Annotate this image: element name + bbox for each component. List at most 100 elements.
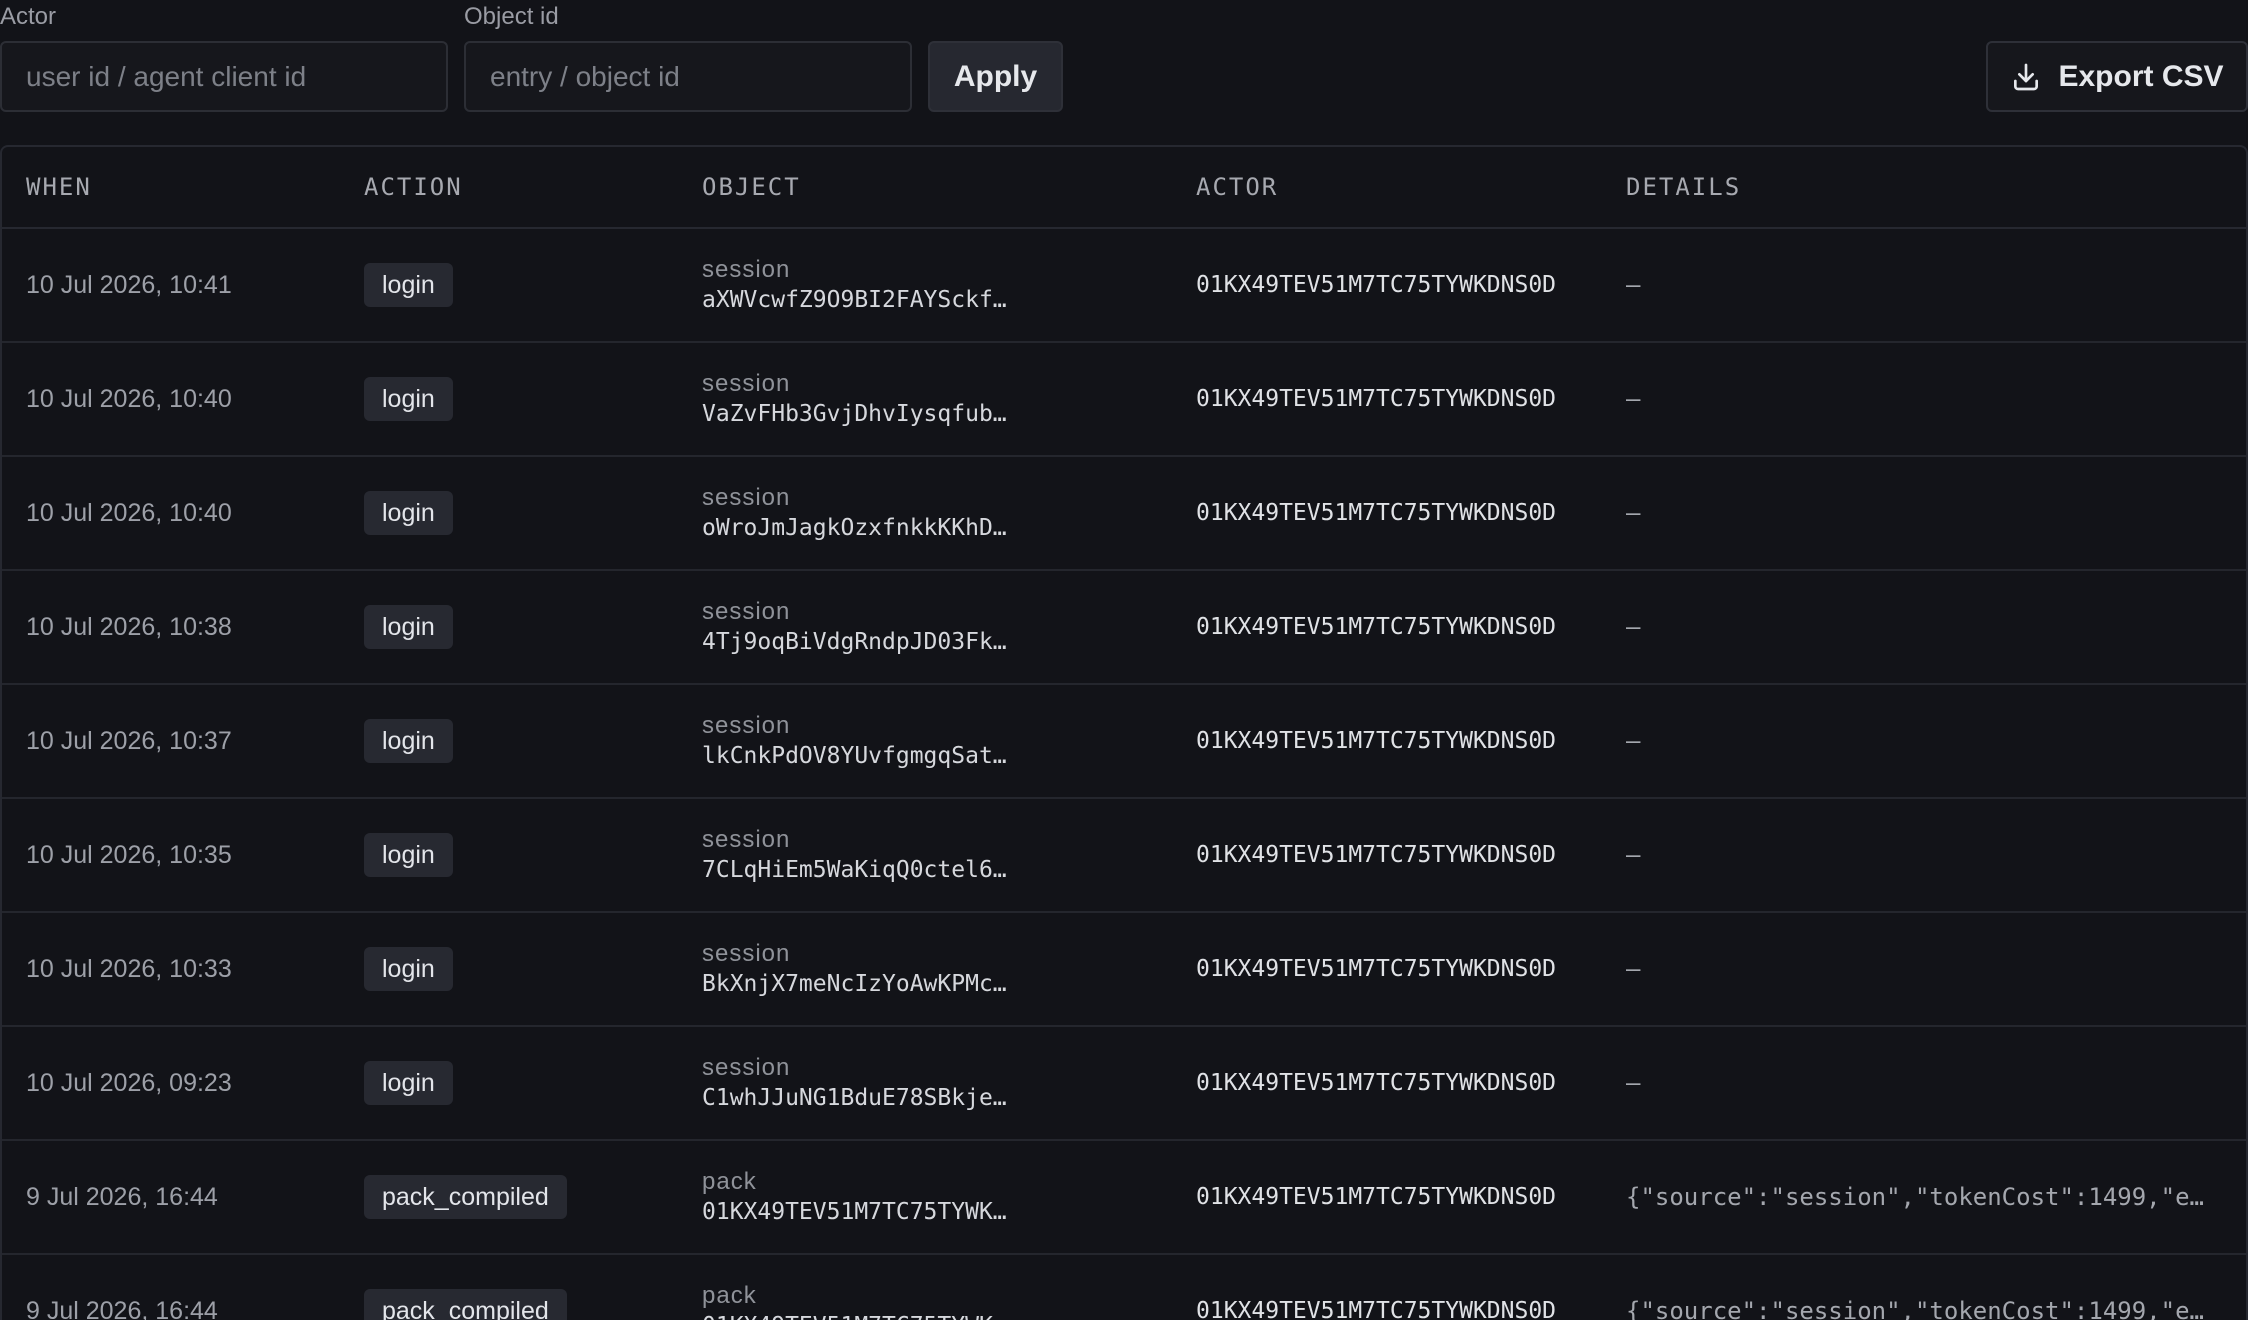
- details-cell: —: [1602, 727, 2242, 755]
- header-actor[interactable]: ACTOR: [1172, 173, 1602, 201]
- when-cell: 10 Jul 2026, 09:23: [2, 1069, 340, 1098]
- actor-id[interactable]: 01KX49TEV51M7TC75TYWKDNS0D: [1196, 500, 1556, 526]
- when-text: 10 Jul 2026, 10:38: [26, 612, 232, 641]
- object-id[interactable]: 7CLqHiEm5WaKiqQ0ctel6…: [702, 855, 1018, 885]
- details-cell: —: [1602, 1069, 2242, 1097]
- actor-id[interactable]: 01KX49TEV51M7TC75TYWKDNS0D: [1196, 956, 1556, 982]
- table-header: WHEN ACTION OBJECT ACTOR DETAILS: [2, 147, 2246, 229]
- details-cell: —: [1602, 613, 2242, 641]
- export-csv-button[interactable]: Export CSV: [1986, 41, 2248, 112]
- details-cell: {"source":"session","tokenCost":1499,"en…: [1602, 1183, 2242, 1211]
- when-cell: 10 Jul 2026, 10:38: [2, 613, 340, 642]
- details-text: —: [1626, 841, 1641, 869]
- object-cell: session 4Tj9oqBiVdgRndpJD03Fk…: [678, 597, 1172, 657]
- when-cell: 10 Jul 2026, 10:40: [2, 499, 340, 528]
- table-row[interactable]: 10 Jul 2026, 10:41 login session aXWVcwfZ9O…: [2, 229, 2246, 343]
- object-id[interactable]: 01KX49TEV51M7TC75TYWK…: [702, 1197, 1018, 1227]
- actor-id[interactable]: 01KX49TEV51M7TC75TYWKDNS0D: [1196, 728, 1556, 754]
- object-cell: session C1whJJuNG1BduE78SBkje…: [678, 1053, 1172, 1113]
- table-row[interactable]: 10 Jul 2026, 10:33 login session BkXnjX7meN…: [2, 913, 2246, 1027]
- actor-cell: 01KX49TEV51M7TC75TYWKDNS0D: [1172, 1070, 1602, 1096]
- object-type: session: [702, 1054, 791, 1081]
- table-row[interactable]: 10 Jul 2026, 10:35 login session 7CLqHiEm5W…: [2, 799, 2246, 913]
- object-cell: session BkXnjX7meNcIzYoAwKPMc…: [678, 939, 1172, 999]
- when-text: 10 Jul 2026, 10:37: [26, 726, 232, 755]
- actor-filter: Actor: [0, 0, 448, 112]
- object-id[interactable]: oWroJmJagkOzxfnkkKKhD…: [702, 513, 1018, 543]
- table-row[interactable]: 10 Jul 2026, 10:37 login session lkCnkPdOV8…: [2, 685, 2246, 799]
- apply-button[interactable]: Apply: [928, 41, 1063, 112]
- action-cell: login: [340, 719, 678, 763]
- object-id-input[interactable]: [464, 41, 912, 112]
- details-text: —: [1626, 385, 1641, 413]
- table-row[interactable]: 10 Jul 2026, 10:40 login session VaZvFHb3Gv…: [2, 343, 2246, 457]
- table-row[interactable]: 10 Jul 2026, 10:40 login session oWroJmJagk…: [2, 457, 2246, 571]
- object-id[interactable]: 4Tj9oqBiVdgRndpJD03Fk…: [702, 627, 1018, 657]
- object-cell: session aXWVcwfZ9O9BI2FAYSckf…: [678, 255, 1172, 315]
- actor-id[interactable]: 01KX49TEV51M7TC75TYWKDNS0D: [1196, 1184, 1556, 1210]
- actor-input[interactable]: [0, 41, 448, 112]
- when-cell: 9 Jul 2026, 16:44: [2, 1183, 340, 1212]
- details-cell: —: [1602, 499, 2242, 527]
- table-row[interactable]: 9 Jul 2026, 16:44 pack_compiled pack 01KX49…: [2, 1141, 2246, 1255]
- table-row[interactable]: 10 Jul 2026, 09:23 login session C1whJJuNG1…: [2, 1027, 2246, 1141]
- object-cell: pack01KX49TEV51M7TC75TYWK…: [678, 1167, 1172, 1227]
- header-action[interactable]: ACTION: [340, 173, 678, 201]
- details-text: —: [1626, 727, 1641, 755]
- audit-table: WHEN ACTION OBJECT ACTOR DETAILS 10 Jul …: [0, 145, 2248, 1320]
- action-badge: login: [364, 491, 453, 535]
- object-type: pack: [702, 1282, 757, 1309]
- object-id[interactable]: BkXnjX7meNcIzYoAwKPMc…: [702, 969, 1018, 999]
- header-object[interactable]: OBJECT: [678, 173, 1172, 201]
- header-when[interactable]: WHEN: [2, 173, 340, 201]
- action-badge: login: [364, 263, 453, 307]
- when-text: 10 Jul 2026, 10:41: [26, 270, 232, 299]
- actor-id[interactable]: 01KX49TEV51M7TC75TYWKDNS0D: [1196, 1298, 1556, 1320]
- action-cell: login: [340, 377, 678, 421]
- actor-id[interactable]: 01KX49TEV51M7TC75TYWKDNS0D: [1196, 842, 1556, 868]
- details-text: —: [1626, 1069, 1641, 1097]
- object-cell: session 7CLqHiEm5WaKiqQ0ctel6…: [678, 825, 1172, 885]
- object-id[interactable]: lkCnkPdOV8YUvfgmgqSat…: [702, 741, 1018, 771]
- export-csv-label: Export CSV: [2058, 59, 2224, 93]
- actor-id[interactable]: 01KX49TEV51M7TC75TYWKDNS0D: [1196, 614, 1556, 640]
- when-text: 9 Jul 2026, 16:44: [26, 1182, 218, 1211]
- details-cell: —: [1602, 955, 2242, 983]
- actor-id[interactable]: 01KX49TEV51M7TC75TYWKDNS0D: [1196, 386, 1556, 412]
- object-id[interactable]: 01KX49TEV51M7TC75TYWK…: [702, 1311, 1018, 1320]
- action-cell: pack_compiled: [340, 1175, 678, 1219]
- actor-cell: 01KX49TEV51M7TC75TYWKDNS0D: [1172, 956, 1602, 982]
- action-cell: login: [340, 491, 678, 535]
- table-row[interactable]: 9 Jul 2026, 16:44 pack_compiled pack 01KX49…: [2, 1255, 2246, 1320]
- actor-id[interactable]: 01KX49TEV51M7TC75TYWKDNS0D: [1196, 1070, 1556, 1096]
- object-cell: session lkCnkPdOV8YUvfgmgqSat…: [678, 711, 1172, 771]
- table-row[interactable]: 10 Jul 2026, 10:38 login session 4Tj9oqBiVd…: [2, 571, 2246, 685]
- when-text: 10 Jul 2026, 10:40: [26, 384, 232, 413]
- details-cell: {"source":"session","tokenCost":1499,"en…: [1602, 1297, 2242, 1320]
- actor-id[interactable]: 01KX49TEV51M7TC75TYWKDNS0D: [1196, 272, 1556, 298]
- details-text: —: [1626, 613, 1641, 641]
- details-cell: —: [1602, 271, 2242, 299]
- object-id[interactable]: VaZvFHb3GvjDhvIysqfub…: [702, 399, 1018, 429]
- object-type: session: [702, 598, 791, 625]
- when-cell: 10 Jul 2026, 10:40: [2, 385, 340, 414]
- object-id-filter-label: Object id: [464, 3, 559, 30]
- object-cell: session VaZvFHb3GvjDhvIysqfub…: [678, 369, 1172, 429]
- actor-cell: 01KX49TEV51M7TC75TYWKDNS0D: [1172, 614, 1602, 640]
- actor-cell: 01KX49TEV51M7TC75TYWKDNS0D: [1172, 500, 1602, 526]
- action-badge: login: [364, 605, 453, 649]
- details-cell: —: [1602, 841, 2242, 869]
- when-cell: 10 Jul 2026, 10:41: [2, 271, 340, 300]
- when-text: 10 Jul 2026, 10:35: [26, 840, 232, 869]
- details-cell: —: [1602, 385, 2242, 413]
- actor-cell: 01KX49TEV51M7TC75TYWKDNS0D: [1172, 1298, 1602, 1320]
- header-details[interactable]: DETAILS: [1602, 173, 2242, 201]
- action-cell: login: [340, 833, 678, 877]
- action-cell: pack_compiled: [340, 1289, 678, 1320]
- object-type: session: [702, 940, 791, 967]
- object-id[interactable]: aXWVcwfZ9O9BI2FAYSckf…: [702, 285, 1018, 315]
- details-text: {"source":"session","tokenCost":1499,"en…: [1626, 1297, 2216, 1320]
- details-text: {"source":"session","tokenCost":1499,"en…: [1626, 1183, 2216, 1211]
- when-cell: 10 Jul 2026, 10:37: [2, 727, 340, 756]
- object-id[interactable]: C1whJJuNG1BduE78SBkje…: [702, 1083, 1018, 1113]
